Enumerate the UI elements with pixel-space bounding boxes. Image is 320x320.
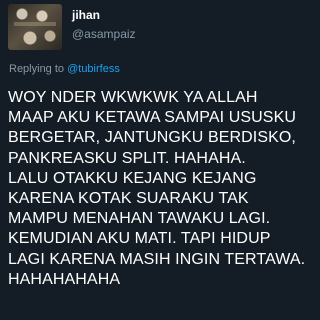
tweet-line: KEMUDIAN AKU MATI. TAPI HIDUP bbox=[8, 230, 271, 248]
replying-to: Replying to @tubirfess bbox=[9, 63, 120, 75]
tweet-line: PANKREASKU SPLIT. HAHAHA. bbox=[8, 149, 246, 167]
tweet-line: BERGETAR, JANTUNGKU BERDISKO, bbox=[8, 129, 296, 147]
tweet-card: jihan @asampaiz Replying to @tubirfess W… bbox=[0, 0, 320, 320]
tweet-line: HAHAHAHAHA bbox=[8, 270, 121, 288]
replying-to-label: Replying to bbox=[9, 63, 68, 75]
avatar[interactable] bbox=[8, 4, 62, 50]
tweet-line: MAMPU MENAHAN TAWAKU LAGI. bbox=[8, 210, 271, 228]
tweet-line: LALU OTAKKU KEJANG KEJANG bbox=[8, 169, 257, 187]
user-handle[interactable]: @asampaiz bbox=[72, 26, 136, 42]
tweet-header: jihan @asampaiz bbox=[8, 4, 136, 50]
tweet-line: KARENA KOTAK SUARAKU TAK bbox=[8, 190, 249, 208]
tweet-line: LAGI KARENA MASIH INGIN TERTAWA. bbox=[8, 250, 306, 268]
reply-mention-link[interactable]: @tubirfess bbox=[67, 63, 120, 75]
tweet-line: MAAP AKU KETAWA SAMPAI USUSKU bbox=[8, 109, 297, 127]
tweet-line: WOY NDER WKWKWK YA ALLAH bbox=[8, 89, 258, 106]
display-name[interactable]: jihan bbox=[72, 8, 136, 23]
user-info: jihan @asampaiz bbox=[72, 4, 136, 42]
tweet-text: WOY NDER WKWKWK YA ALLAH MAAP AKU KETAWA… bbox=[8, 88, 318, 290]
